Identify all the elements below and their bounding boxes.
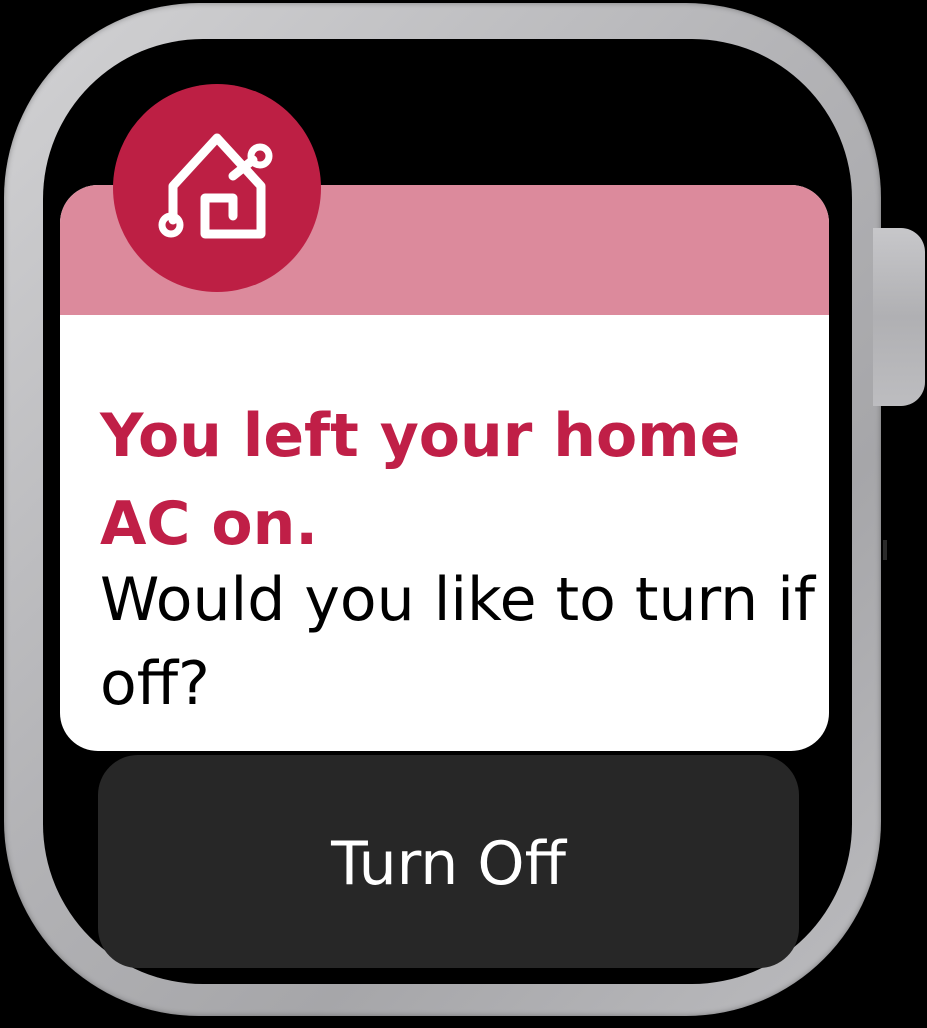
turn-off-button[interactable]: Turn Off: [98, 755, 799, 968]
app-icon: [113, 84, 321, 292]
side-button[interactable]: [883, 540, 887, 560]
notification-body: Would you like to turn if off?: [100, 565, 815, 719]
smart-home-icon: [158, 133, 273, 239]
notification-title: You left your home AC on.: [100, 401, 741, 559]
turn-off-button-label: Turn Off: [331, 828, 566, 899]
digital-crown[interactable]: [873, 228, 925, 406]
